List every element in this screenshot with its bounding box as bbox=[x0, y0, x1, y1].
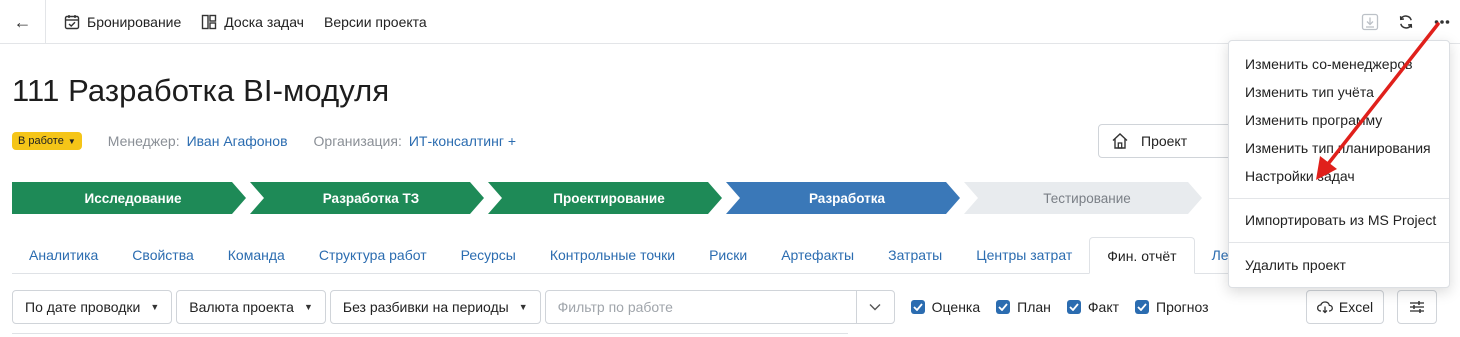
status-badge[interactable]: В работе ▼ bbox=[12, 132, 82, 150]
report-settings-button[interactable] bbox=[1397, 290, 1437, 324]
project-type-label: Проект bbox=[1141, 133, 1188, 149]
manager-link[interactable]: Иван Агафонов bbox=[187, 133, 288, 149]
nav-task-board-label: Доска задач bbox=[224, 14, 304, 30]
checkbox-fact-label: Факт bbox=[1087, 299, 1120, 315]
sliders-icon bbox=[1410, 301, 1424, 313]
menu-change-accounting-type[interactable]: Изменить тип учёта bbox=[1229, 81, 1449, 103]
download-button[interactable] bbox=[1352, 0, 1388, 44]
chevron-down-icon bbox=[869, 304, 881, 311]
board-icon bbox=[202, 14, 217, 30]
tab-risks[interactable]: Риски bbox=[692, 237, 764, 273]
series-checkboxes: Оценка План Факт Прогноз bbox=[910, 299, 1209, 315]
tab-cost-centers[interactable]: Центры затрат bbox=[959, 237, 1089, 273]
tab-bar: Аналитика Свойства Команда Структура раб… bbox=[12, 237, 1250, 274]
project-meta: В работе ▼ Менеджер: Иван Агафонов Орган… bbox=[12, 131, 516, 151]
currency-value: Валюта проекта bbox=[189, 299, 294, 315]
cloud-download-icon bbox=[1316, 301, 1333, 314]
checkbox-plan-label: План bbox=[1017, 299, 1051, 315]
top-bar: ← Бронирование Доска задач Версии проект… bbox=[0, 0, 1460, 44]
work-filter-input[interactable]: Фильтр по работе bbox=[544, 290, 895, 324]
tab-costs[interactable]: Затраты bbox=[871, 237, 959, 273]
tab-properties[interactable]: Свойства bbox=[115, 237, 210, 273]
menu-task-settings[interactable]: Настройки задач bbox=[1229, 165, 1449, 187]
date-mode-select[interactable]: По дате проводки ▼ bbox=[12, 290, 173, 324]
more-icon bbox=[1434, 20, 1450, 24]
period-value: Без разбивки на периоды bbox=[342, 299, 509, 315]
top-nav: Бронирование Доска задач Версии проекта bbox=[64, 0, 427, 44]
menu-import-ms-project[interactable]: Импортировать из MS Project bbox=[1229, 209, 1449, 231]
work-filter-dropdown[interactable] bbox=[855, 291, 894, 323]
calendar-check-icon bbox=[64, 15, 80, 30]
top-actions bbox=[1352, 0, 1460, 44]
tab-analytics[interactable]: Аналитика bbox=[12, 237, 115, 273]
nav-project-versions-label: Версии проекта bbox=[323, 14, 427, 30]
stage-label: Разработка bbox=[808, 190, 886, 206]
caret-down-icon: ▼ bbox=[67, 136, 76, 146]
tab-fin-report[interactable]: Фин. отчёт bbox=[1089, 237, 1195, 274]
menu-divider bbox=[1229, 242, 1449, 243]
project-type-button[interactable]: Проект bbox=[1098, 124, 1238, 158]
stage-research[interactable]: Исследование bbox=[12, 182, 246, 214]
stage-design[interactable]: Проектирование bbox=[488, 182, 722, 214]
checkbox-checked-icon bbox=[1135, 300, 1150, 314]
download-icon bbox=[1361, 13, 1379, 31]
caret-down-icon: ▼ bbox=[518, 302, 528, 312]
stage-testing[interactable]: Тестирование bbox=[964, 182, 1202, 214]
caret-down-icon: ▼ bbox=[303, 302, 313, 312]
stage-label: Исследование bbox=[84, 190, 182, 206]
more-actions-menu: Изменить со-менеджеров Изменить тип учёт… bbox=[1228, 40, 1450, 288]
checkbox-checked-icon bbox=[1066, 300, 1081, 314]
refresh-button[interactable] bbox=[1388, 0, 1424, 44]
page-title: 111 Разработка BI-модуля bbox=[12, 73, 390, 108]
excel-label: Excel bbox=[1338, 299, 1374, 315]
checkbox-fact[interactable]: Факт bbox=[1066, 299, 1120, 315]
filter-bar: По дате проводки ▼ Валюта проекта ▼ Без … bbox=[12, 290, 1209, 324]
more-button[interactable] bbox=[1424, 0, 1460, 44]
stage-label: Тестирование bbox=[1043, 190, 1131, 206]
tab-milestones[interactable]: Контрольные точки bbox=[533, 237, 692, 273]
stage-label: Проектирование bbox=[553, 190, 665, 206]
work-filter-placeholder: Фильтр по работе bbox=[557, 299, 673, 315]
refresh-icon bbox=[1399, 15, 1413, 29]
menu-change-planning-type[interactable]: Изменить тип планирования bbox=[1229, 137, 1449, 159]
stage-spec[interactable]: Разработка ТЗ bbox=[250, 182, 484, 214]
arrow-left-icon: ← bbox=[13, 11, 32, 32]
checkbox-estimate-label: Оценка bbox=[931, 299, 981, 315]
stage-pipeline: Исследование Разработка ТЗ Проектировани… bbox=[12, 182, 1252, 214]
nav-booking-label: Бронирование bbox=[87, 14, 182, 30]
nav-booking[interactable]: Бронирование bbox=[64, 14, 181, 30]
checkbox-estimate[interactable]: Оценка bbox=[910, 299, 981, 315]
nav-task-board[interactable]: Доска задач bbox=[201, 14, 304, 30]
tab-artifacts[interactable]: Артефакты bbox=[764, 237, 871, 273]
excel-export-button[interactable]: Excel bbox=[1306, 290, 1384, 324]
menu-change-comanagers[interactable]: Изменить со-менеджеров bbox=[1229, 53, 1449, 75]
tab-team[interactable]: Команда bbox=[211, 237, 302, 273]
date-mode-value: По дате проводки bbox=[25, 299, 141, 315]
organization-label: Организация: bbox=[313, 133, 402, 149]
stage-label: Разработка ТЗ bbox=[322, 190, 420, 206]
home-icon bbox=[1112, 133, 1128, 149]
checkbox-forecast[interactable]: Прогноз bbox=[1135, 299, 1209, 315]
checkbox-forecast-label: Прогноз bbox=[1156, 299, 1209, 315]
organization-link[interactable]: ИТ-консалтинг + bbox=[409, 133, 516, 149]
menu-change-program[interactable]: Изменить программу bbox=[1229, 109, 1449, 131]
checkbox-checked-icon bbox=[996, 300, 1011, 314]
nav-project-versions[interactable]: Версии проекта bbox=[324, 14, 427, 30]
tab-wbs[interactable]: Структура работ bbox=[302, 237, 444, 273]
back-button[interactable]: ← bbox=[0, 0, 46, 44]
menu-divider bbox=[1229, 198, 1449, 199]
currency-select[interactable]: Валюта проекта ▼ bbox=[176, 290, 326, 324]
period-select[interactable]: Без разбивки на периоды ▼ bbox=[329, 290, 541, 324]
tab-resources[interactable]: Ресурсы bbox=[444, 237, 533, 273]
manager-label: Менеджер: bbox=[107, 133, 180, 149]
report-table-header-edge bbox=[12, 333, 848, 337]
caret-down-icon: ▼ bbox=[150, 302, 160, 312]
checkbox-checked-icon bbox=[910, 300, 925, 314]
menu-delete-project[interactable]: Удалить проект bbox=[1229, 254, 1449, 276]
checkbox-plan[interactable]: План bbox=[996, 299, 1051, 315]
status-label: В работе bbox=[18, 135, 64, 147]
stage-development[interactable]: Разработка bbox=[726, 182, 960, 214]
